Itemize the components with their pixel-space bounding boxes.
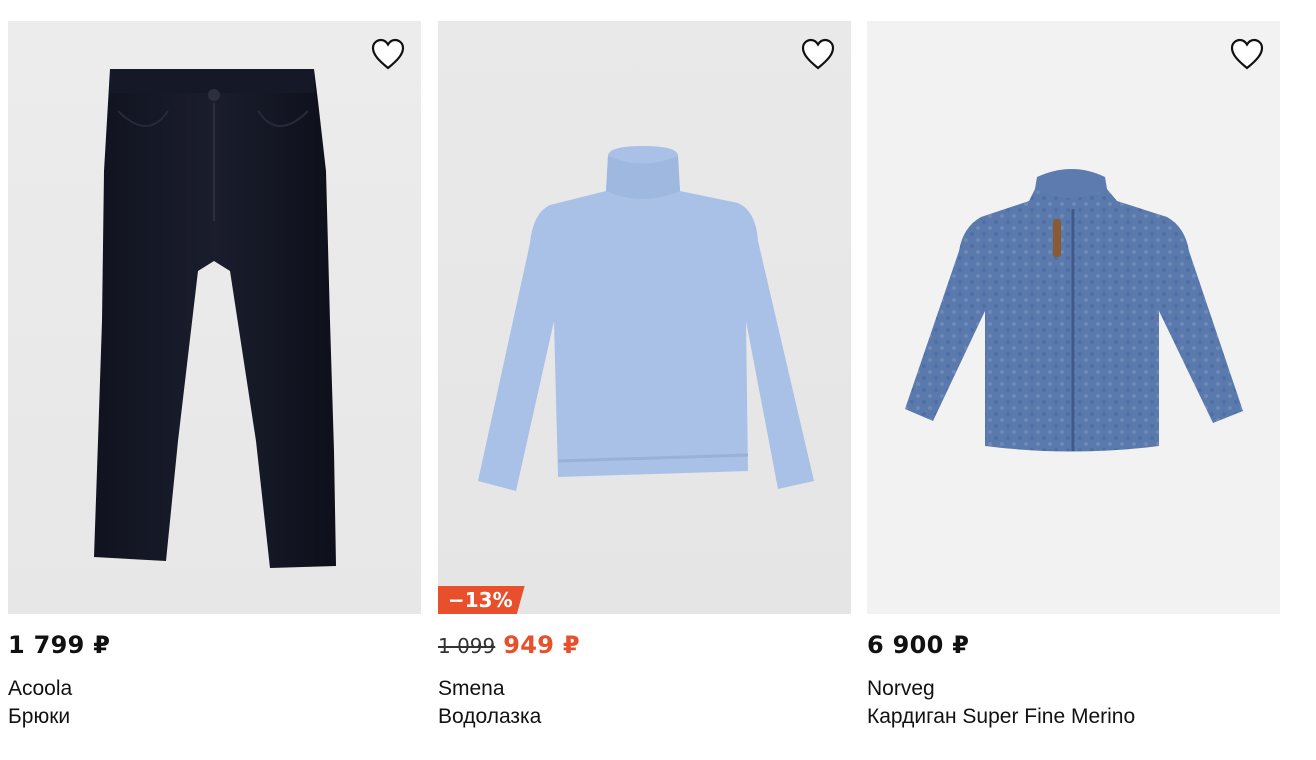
favorite-button[interactable]: [1228, 35, 1266, 73]
product-title[interactable]: Водолазка: [438, 705, 541, 729]
product-photo[interactable]: [8, 21, 421, 614]
heart-outline-icon: [801, 38, 835, 70]
favorite-button[interactable]: [799, 35, 837, 73]
price-row: 1 099 949 ₽: [438, 631, 580, 659]
product-brand[interactable]: Acoola: [8, 677, 72, 701]
price-row: 6 900 ₽: [867, 631, 969, 659]
product-title[interactable]: Кардиган Super Fine Merino: [867, 705, 1135, 729]
product-photo[interactable]: −13%: [438, 21, 851, 614]
favorite-button[interactable]: [369, 35, 407, 73]
product-image-trousers: [94, 69, 336, 568]
heart-outline-icon: [371, 38, 405, 70]
price-row: 1 799 ₽: [8, 631, 110, 659]
product-price: 6 900 ₽: [867, 631, 970, 659]
product-brand[interactable]: Smena: [438, 677, 505, 701]
old-price: 1 099: [438, 634, 496, 658]
discount-badge: −13%: [438, 586, 525, 614]
product-image-cardigan: [905, 169, 1243, 452]
product-photo[interactable]: [867, 21, 1280, 614]
product-card[interactable]: −13% 1 099 949 ₽ Smena Водолазка: [438, 21, 851, 741]
product-title[interactable]: Брюки: [8, 705, 70, 729]
product-price: 1 799 ₽: [8, 631, 111, 659]
product-grid: 1 799 ₽ Acoola Брюки −13% 1 099 949 ₽ Sm…: [0, 0, 1316, 760]
sale-price: 949 ₽: [503, 631, 580, 659]
heart-outline-icon: [1230, 38, 1264, 70]
product-card[interactable]: 6 900 ₽ Norveg Кардиган Super Fine Merin…: [867, 21, 1280, 741]
product-brand[interactable]: Norveg: [867, 677, 935, 701]
product-image-turtleneck: [478, 146, 814, 491]
product-card[interactable]: 1 799 ₽ Acoola Брюки: [8, 21, 421, 741]
